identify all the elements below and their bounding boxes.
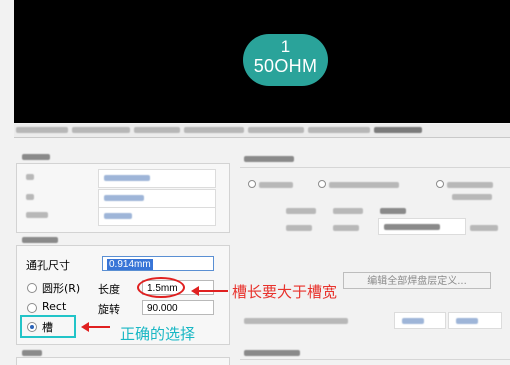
layer-tab[interactable] xyxy=(308,127,370,133)
layer-tab-strip xyxy=(14,124,510,138)
slot-annotation-arrow xyxy=(81,322,110,332)
slot-highlight-box xyxy=(20,315,76,338)
location-y-value xyxy=(104,195,144,201)
pad-table-header-2 xyxy=(333,208,363,214)
length-label: 长度 xyxy=(98,283,120,296)
pad-preview-canvas: 1 50OHM xyxy=(14,0,510,123)
layer-tab[interactable] xyxy=(16,127,68,133)
pad-stack-mode-radio-2[interactable] xyxy=(318,180,326,188)
layer-tab[interactable] xyxy=(184,127,244,133)
correct-choice-annotation: 正确的选择 xyxy=(120,325,196,343)
shape-rect-radio[interactable] xyxy=(27,303,37,313)
pad-table-cell-2 xyxy=(333,225,359,231)
length-annotation-arrow xyxy=(191,286,228,296)
pad-stack-mode-label-1 xyxy=(259,182,293,188)
rotation-top-label xyxy=(26,212,48,218)
location-x-label xyxy=(26,174,34,180)
pad-table-header-3 xyxy=(380,208,406,214)
pad-shape[interactable]: 1 50OHM xyxy=(243,34,328,86)
pad-table-dropdown-value xyxy=(384,224,440,230)
rotation-top-value xyxy=(104,213,132,219)
location-x-value xyxy=(104,175,150,181)
slot-length-annotation: 槽长要大于槽宽 xyxy=(232,283,338,301)
pad-number: 1 xyxy=(280,37,291,56)
pad-stack-extra-value-1 xyxy=(402,318,424,324)
pad-stack-divider xyxy=(240,167,510,168)
lower-group-title xyxy=(22,350,42,356)
edit-all-pad-layers-button[interactable]: 编辑全部焊盘层定义... xyxy=(343,272,491,289)
pad-stack-mode-label-3 xyxy=(447,182,493,188)
lower-right-group-title xyxy=(244,350,300,356)
rotation-value: 90.000 xyxy=(147,303,178,314)
length-highlight-ellipse xyxy=(137,277,185,298)
layer-tab[interactable] xyxy=(72,127,130,133)
pad-table-header-1 xyxy=(286,208,316,214)
lower-group xyxy=(16,357,230,365)
pad-table-cell-4 xyxy=(470,225,498,231)
pad-stack-group-title xyxy=(244,156,294,162)
pad-stack-mode-radio-3[interactable] xyxy=(436,180,444,188)
pad-stack-note xyxy=(452,194,492,200)
layer-tab[interactable] xyxy=(134,127,180,133)
shape-round-radio[interactable] xyxy=(27,283,37,293)
rotation-input[interactable]: 90.000 xyxy=(142,300,214,315)
pad-net-name: 50OHM xyxy=(253,56,318,76)
location-group-title xyxy=(22,154,50,160)
lower-right-divider xyxy=(240,359,510,360)
pad-properties-window: 1 50OHM 通孔尺寸 0.914mm 圆形(R) 长度 1.5mm Rect… xyxy=(0,0,510,365)
location-y-label xyxy=(26,194,34,200)
pad-table-cell-1 xyxy=(286,225,312,231)
pad-stack-mode-label-2 xyxy=(329,182,399,188)
hole-size-label: 通孔尺寸 xyxy=(26,259,70,272)
hole-size-value: 0.914mm xyxy=(107,259,153,270)
layer-tab-active[interactable] xyxy=(374,127,422,133)
hole-info-group-title xyxy=(22,237,58,243)
pad-stack-extra-value-2 xyxy=(456,318,478,324)
layer-tab[interactable] xyxy=(248,127,304,133)
hole-size-input[interactable]: 0.914mm xyxy=(102,256,214,271)
rotation-label: 旋转 xyxy=(98,303,120,316)
pad-stack-extra-label xyxy=(244,318,348,324)
shape-rect-label[interactable]: Rect xyxy=(42,300,66,313)
pad-stack-mode-radio-1[interactable] xyxy=(248,180,256,188)
shape-round-label[interactable]: 圆形(R) xyxy=(42,280,80,296)
